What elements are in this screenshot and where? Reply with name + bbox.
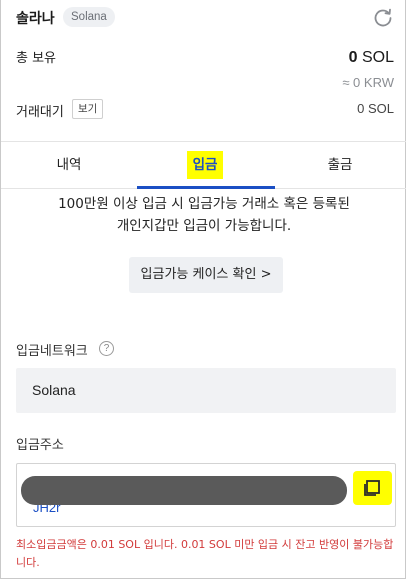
total-holdings-label: 총 보유 (16, 51, 57, 66)
total-holdings-unit: SOL (361, 49, 394, 66)
deposit-notice: 100만원 이상 입금 시 입금가능 거래소 혹은 등록된 개인지갑만 입금이 … (1, 193, 406, 237)
krw-value: ≈ 0 KRW (342, 75, 394, 90)
network-select[interactable]: Solana (16, 368, 396, 413)
tab-deposit[interactable]: 입금 (137, 142, 273, 189)
copy-address-button[interactable] (353, 471, 392, 505)
view-pending-button[interactable]: 보기 (72, 99, 104, 119)
copy-icon (364, 480, 380, 496)
notice-line-2: 개인지갑만 입금이 가능합니다. (116, 218, 292, 234)
check-cases-button[interactable]: 입금가능 케이스 확인 > (129, 257, 283, 293)
tab-history[interactable]: 내역 (1, 142, 137, 189)
total-holdings-value: 0 SOL (349, 49, 394, 67)
pending-value: 0 SOL (357, 101, 394, 116)
total-holdings-amount: 0 (348, 49, 358, 66)
tab-bar: 내역 입금 출금 (1, 142, 406, 189)
redaction-mask (21, 476, 347, 505)
help-icon[interactable]: ? (99, 341, 114, 356)
coin-name: 솔라나 (16, 11, 55, 27)
deposit-panel: 솔라나 Solana 총 보유 0 SOL ≈ 0 KRW 거래대기 보기 0 … (0, 0, 406, 579)
tab-history-label: 내역 (56, 157, 82, 173)
address-label: 입금주소 (16, 438, 64, 453)
tab-withdraw[interactable]: 출금 (273, 142, 406, 189)
address-field: JH2r (16, 463, 396, 527)
tab-withdraw-label: 출금 (327, 157, 353, 173)
pending-label: 거래대기 (16, 105, 64, 120)
refresh-icon[interactable] (372, 7, 394, 29)
network-label: 입금네트워크 (16, 344, 88, 359)
tab-deposit-label: 입금 (186, 151, 224, 179)
active-tab-indicator (137, 186, 275, 189)
coin-code-badge: Solana (63, 7, 115, 27)
panel-header: 솔라나 Solana (1, 0, 406, 36)
min-deposit-warning: 최소입금금액은 0.01 SOL 입니다. 0.01 SOL 미만 입금 시 잔… (16, 538, 394, 569)
notice-line-1: 100만원 이상 입금 시 입금가능 거래소 혹은 등록된 (58, 196, 350, 212)
